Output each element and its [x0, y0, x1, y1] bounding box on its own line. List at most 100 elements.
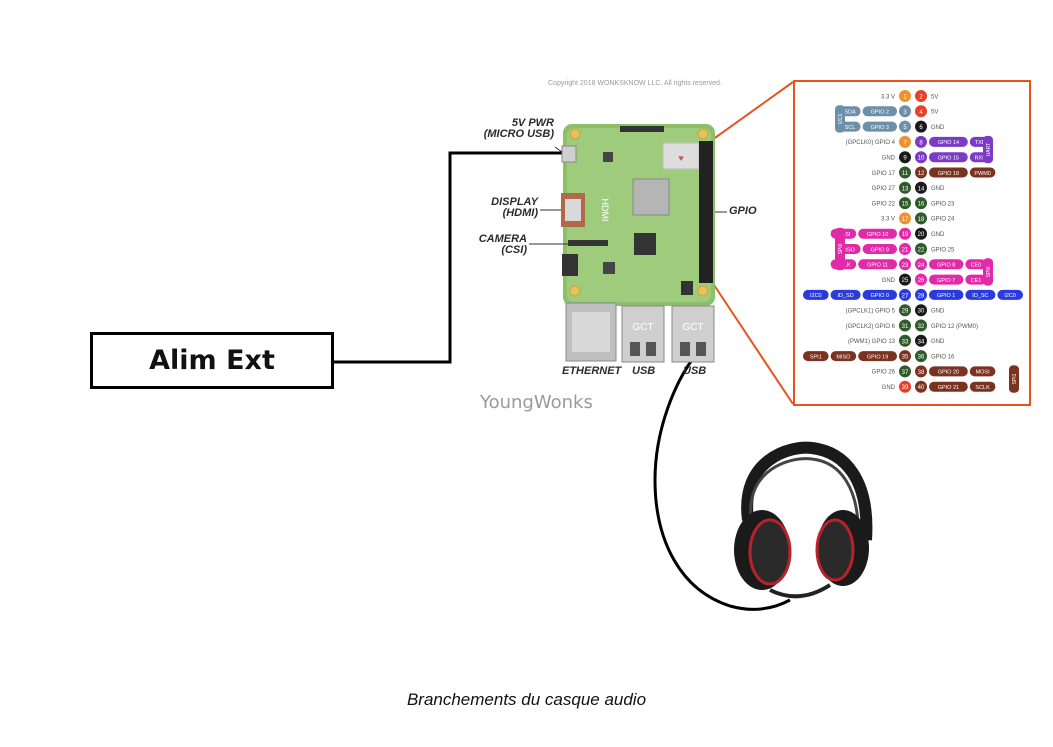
pin-row: 7 8(GPCLK0) GPIO 4 GPIO 14 TXD — [846, 135, 991, 148]
pin-label-right: 5V — [931, 94, 938, 100]
bus-bracket: UART — [983, 135, 993, 164]
pin-number: 30 — [918, 309, 925, 315]
pin-label-left: GPIO 26 — [872, 370, 896, 376]
pin-row: 17 18 3.3 V GPIO 24 — [881, 212, 955, 225]
pin-tag-label: GPIO 14 — [938, 140, 959, 146]
headset-image — [734, 441, 873, 599]
display-label-line2: (HDMI) — [502, 207, 538, 219]
pin-tag-label: ID_SD — [837, 293, 853, 299]
usb-label-1: USB — [632, 365, 656, 377]
pin-label-left: (GPCLK0) GPIO 4 — [846, 140, 896, 146]
pin-number: 31 — [902, 324, 909, 330]
callout-line-bottom — [711, 281, 794, 405]
gpio-pinout-panel: 1 2 3.3 V 5V 3 4 GPIO 2 SDA 5V 5 6 GPIO 3 SCL GND 7 8 (G… — [793, 80, 1031, 406]
pin-number: 20 — [918, 232, 925, 238]
pin-number: 13 — [902, 186, 909, 192]
pin-label-right: GND — [931, 339, 945, 345]
bus-bracket: SPI1 — [1009, 365, 1019, 393]
pin-label-left: GND — [882, 278, 896, 284]
pin-number: 10 — [918, 156, 925, 162]
pin-tag-label: GPIO 18 — [938, 171, 959, 177]
pin-label-left: (GPCLK1) GPIO 5 — [846, 309, 896, 315]
pin-label-right: 5V — [931, 110, 938, 116]
pin-label-left: GPIO 27 — [872, 186, 896, 192]
usb-label-2: USB — [683, 365, 707, 377]
svg-text:♥: ♥ — [678, 153, 683, 163]
pin-tag-label: GPIO 10 — [867, 232, 888, 238]
pin-number: 40 — [918, 385, 925, 391]
pin-number: 22 — [918, 248, 925, 254]
pin-label-left: (PWM1) GPIO 13 — [848, 339, 896, 345]
power-cable — [334, 151, 570, 364]
pin-tag-label: GPIO 20 — [938, 370, 959, 376]
usb-gct-1: GCT — [632, 322, 653, 333]
pin-tag-label: SPI1 — [810, 354, 822, 360]
pin-number: 27 — [902, 293, 909, 299]
external-power-label: Alim Ext — [149, 345, 275, 376]
pin-number: 36 — [918, 355, 925, 361]
pin-number: 28 — [918, 293, 925, 299]
pin-number: 21 — [902, 248, 909, 254]
callout-line-top — [711, 81, 794, 141]
pin-row: 33 34 (PWM1) GPIO 13 GND — [848, 334, 945, 347]
pin-tag-label: GPIO 21 — [938, 385, 959, 391]
pin-number: 23 — [902, 263, 909, 269]
pin-tag-label: I2C0 — [1004, 293, 1016, 299]
pin-number: 29 — [902, 309, 909, 315]
pin-row: 9 10GND GPIO 15 RXD — [882, 151, 991, 164]
bus-bracket-label: I2C1 — [838, 113, 844, 124]
camera-label-line2: (CSI) — [501, 244, 527, 256]
pin-row: 5 6GPIO 3SCL GND — [839, 120, 945, 133]
usb-gct-2: GCT — [682, 322, 703, 333]
pin-tag-label: SCL — [845, 125, 856, 131]
bus-bracket-label: SPI1 — [1012, 373, 1018, 384]
pin-number: 34 — [918, 339, 925, 345]
pin-row: 13 14 GPIO 27 GND — [872, 181, 945, 194]
pin-number: 11 — [902, 171, 909, 177]
external-power-box: Alim Ext — [90, 332, 334, 389]
bus-bracket: SPI0 — [835, 227, 845, 271]
hdmi-print: HDMI — [600, 199, 610, 222]
pin-label-left: 3.3 V — [881, 94, 895, 100]
pin-label-right: GPIO 16 — [931, 354, 955, 360]
pin-label-left: GND — [882, 385, 896, 391]
pin-number: 16 — [918, 202, 925, 208]
figure-caption: Branchements du casque audio — [406, 690, 647, 709]
pin-label-right: GPIO 25 — [931, 247, 955, 253]
pin-number: 38 — [918, 370, 925, 376]
pin-number: 39 — [902, 385, 909, 391]
diagram-canvas: ♥ HDMI GCT GCT Alim Ext 5V PWR (MICRO US… — [0, 0, 1053, 747]
pin-tag-label: CE0 — [971, 263, 982, 269]
pin-tag-label: MOSI — [976, 370, 991, 376]
bus-bracket: I2C1 — [835, 105, 845, 133]
pin-tag-label: GPIO 9 — [871, 247, 889, 253]
pin-tag-label: I2C0 — [810, 293, 822, 299]
pin-label-right: GND — [931, 186, 945, 192]
pin-number: 18 — [918, 217, 925, 223]
pin-number: 25 — [902, 278, 909, 284]
pin-label-right: GND — [931, 232, 945, 238]
pin-row: 29 30 (GPCLK1) GPIO 5 GND — [846, 304, 945, 317]
pwr-label-line2: (MICRO USB) — [483, 128, 554, 140]
pin-label-left: (GPCLK2) GPIO 6 — [846, 324, 896, 330]
pin-label-left: GPIO 17 — [872, 171, 896, 177]
pin-tag-label: GPIO 15 — [938, 156, 959, 162]
pin-row: 15 16 GPIO 22 GPIO 23 — [872, 197, 955, 210]
pin-number: 17 — [902, 217, 909, 223]
pwr-label: 5V PWR (MICRO USB) — [470, 118, 554, 140]
pin-number: 35 — [902, 355, 909, 361]
pin-tag-label: GPIO 1 — [937, 293, 955, 299]
pin-label-left: GPIO 22 — [872, 201, 896, 207]
pin-tag-label: ID_SC — [972, 293, 988, 299]
pin-number: 24 — [918, 263, 925, 269]
pin-label-right: GPIO 24 — [931, 217, 955, 223]
pin-row: 35 36 GPIO 19 MISO SPI1 GPIO 16 — [803, 350, 955, 363]
pin-label-right: GPIO 12 (PWM0) — [931, 324, 978, 330]
pin-tag-label: GPIO 7 — [937, 278, 955, 284]
camera-label: CAMERA (CSI) — [470, 234, 527, 256]
gpio-label: GPIO — [729, 205, 757, 217]
ethernet-label: ETHERNET — [562, 365, 622, 377]
pin-number: 32 — [918, 324, 925, 330]
pin-label-right: GPIO 23 — [931, 201, 955, 207]
gpio-pinout-svg: 1 23.3 V 5V3 4GPIO 2SDA 5V5 6GPIO 3SCL GND7 8(G… — [803, 90, 1023, 393]
